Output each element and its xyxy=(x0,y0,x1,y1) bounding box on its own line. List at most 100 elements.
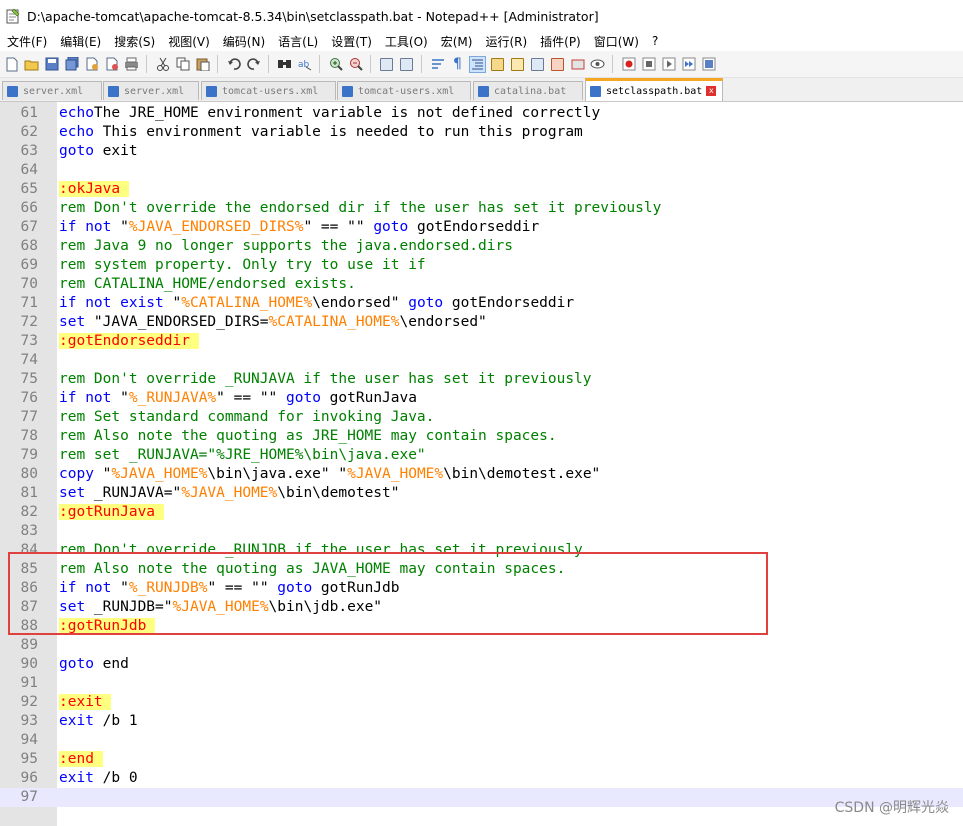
sync-horizontal-icon[interactable] xyxy=(398,56,415,73)
code-line[interactable]: 71 if not exist "%CATALINA_HOME%\endorsed… xyxy=(0,294,963,313)
code-content[interactable]: set _RUNJAVA="%JAVA_HOME%\bin\demotest" xyxy=(59,484,399,503)
tab-server-xml-1[interactable]: server.xml xyxy=(2,81,102,100)
save-all-icon[interactable] xyxy=(63,56,80,73)
language-define-icon[interactable] xyxy=(489,56,506,73)
code-content[interactable]: rem Also note the quoting as JRE_HOME ma… xyxy=(59,427,557,446)
code-content[interactable]: if not "%_RUNJAVA%" == "" goto gotRunJav… xyxy=(59,389,417,408)
code-content[interactable]: set "JAVA_ENDORSED_DIRS=%CATALINA_HOME%\… xyxy=(59,313,487,332)
code-content[interactable]: :exit xyxy=(59,693,112,712)
menu-window[interactable]: 窗口(W) xyxy=(587,33,645,50)
code-line[interactable]: 63 goto exit xyxy=(0,142,963,161)
code-line[interactable]: 76 if not "%_RUNJAVA%" == "" goto gotRunJ… xyxy=(0,389,963,408)
code-line[interactable]: 70 rem CATALINA_HOME/endorsed exists. xyxy=(0,275,963,294)
code-line[interactable]: 82:gotRunJava xyxy=(0,503,963,522)
menu-plugins[interactable]: 插件(P) xyxy=(533,33,587,50)
doc-map-icon[interactable] xyxy=(509,56,526,73)
code-line[interactable]: 96 exit /b 0 xyxy=(0,769,963,788)
code-line[interactable]: 80 copy "%JAVA_HOME%\bin\java.exe" "%JAVA… xyxy=(0,465,963,484)
menu-encoding[interactable]: 编码(N) xyxy=(216,33,271,50)
eye-icon[interactable] xyxy=(589,56,606,73)
code-line[interactable]: 68 rem Java 9 no longer supports the java… xyxy=(0,237,963,256)
code-line[interactable]: 72 set "JAVA_ENDORSED_DIRS=%CATALINA_HOME… xyxy=(0,313,963,332)
zoom-out-icon[interactable] xyxy=(347,56,364,73)
save-icon[interactable] xyxy=(43,56,60,73)
code-content[interactable]: copy "%JAVA_HOME%\bin\java.exe" "%JAVA_H… xyxy=(59,465,600,484)
tab-catalina-bat[interactable]: catalina.bat xyxy=(473,81,583,100)
play-macro-icon[interactable] xyxy=(660,56,677,73)
copy-icon[interactable] xyxy=(174,56,191,73)
code-line[interactable]: 91 xyxy=(0,674,963,693)
indent-guide-icon[interactable] xyxy=(469,55,486,73)
save-macro-icon[interactable] xyxy=(700,56,717,73)
code-content[interactable]: goto exit xyxy=(59,142,138,161)
cut-icon[interactable] xyxy=(154,56,171,73)
code-line[interactable]: 81 set _RUNJAVA="%JAVA_HOME%\bin\demotest… xyxy=(0,484,963,503)
code-line[interactable]: 78 rem Also note the quoting as JRE_HOME … xyxy=(0,427,963,446)
code-content[interactable]: :end xyxy=(59,750,103,769)
code-line[interactable]: 86 if not "%_RUNJDB%" == "" goto gotRunJd… xyxy=(0,579,963,598)
menu-run[interactable]: 运行(R) xyxy=(478,33,533,50)
code-line[interactable]: 64 xyxy=(0,161,963,180)
code-content[interactable]: echo This environment variable is needed… xyxy=(59,123,583,142)
record-macro-icon[interactable] xyxy=(620,56,637,73)
code-content[interactable]: rem Set standard command for invoking Ja… xyxy=(59,408,434,427)
monitoring-icon[interactable] xyxy=(569,56,586,73)
code-line[interactable]: 62 echo This environment variable is need… xyxy=(0,123,963,142)
code-line[interactable]: 73:gotEndorseddir xyxy=(0,332,963,351)
tab-tomcat-users-xml-2[interactable]: tomcat-users.xml xyxy=(337,81,471,100)
menu-settings[interactable]: 设置(T) xyxy=(324,33,378,50)
code-content[interactable]: rem Also note the quoting as JAVA_HOME m… xyxy=(59,560,565,579)
code-line[interactable]: 67 if not "%JAVA_ENDORSED_DIRS%" == "" go… xyxy=(0,218,963,237)
code-line[interactable]: 89 xyxy=(0,636,963,655)
code-line[interactable]: 90 goto end xyxy=(0,655,963,674)
close-all-icon[interactable] xyxy=(103,56,120,73)
code-content[interactable]: :gotEndorseddir xyxy=(59,332,199,351)
code-line[interactable]: 97 xyxy=(0,788,963,807)
notepadpp-app-icon[interactable] xyxy=(5,8,21,24)
open-folder-icon[interactable] xyxy=(23,56,40,73)
code-line[interactable]: 75 rem Don't override _RUNJAVA if the use… xyxy=(0,370,963,389)
menu-macro[interactable]: 宏(M) xyxy=(434,33,479,50)
code-line[interactable]: 84 rem Don't override _RUNJDB if the user… xyxy=(0,541,963,560)
tab-tomcat-users-xml-1[interactable]: tomcat-users.xml xyxy=(201,81,336,100)
menu-language[interactable]: 语言(L) xyxy=(271,33,324,50)
find-icon[interactable] xyxy=(276,56,293,73)
code-line[interactable]: 93 exit /b 1 xyxy=(0,712,963,731)
close-file-icon[interactable] xyxy=(83,56,100,73)
code-content[interactable]: if not "%JAVA_ENDORSED_DIRS%" == "" goto… xyxy=(59,218,539,237)
code-line[interactable]: 79 rem set _RUNJAVA="%JRE_HOME%\bin\java.… xyxy=(0,446,963,465)
code-line[interactable]: 65:okJava xyxy=(0,180,963,199)
menu-file[interactable]: 文件(F) xyxy=(0,33,53,50)
code-line[interactable]: 85 rem Also note the quoting as JAVA_HOME… xyxy=(0,560,963,579)
code-content[interactable]: rem CATALINA_HOME/endorsed exists. xyxy=(59,275,356,294)
code-editor[interactable]: 61 echoThe JRE_HOME environment variable … xyxy=(0,102,963,826)
code-content[interactable]: :gotRunJava xyxy=(59,503,164,522)
menu-view[interactable]: 视图(V) xyxy=(161,33,216,50)
show-all-chars-icon[interactable]: ¶ xyxy=(449,56,466,73)
code-line[interactable]: 69 rem system property. Only try to use i… xyxy=(0,256,963,275)
code-line[interactable]: 83 xyxy=(0,522,963,541)
code-content[interactable]: :gotRunJdb xyxy=(59,617,156,636)
code-line[interactable]: 74 xyxy=(0,351,963,370)
menu-tools[interactable]: 工具(O) xyxy=(378,33,434,50)
code-content[interactable]: set _RUNJDB="%JAVA_HOME%\bin\jdb.exe" xyxy=(59,598,382,617)
code-content[interactable]: rem set _RUNJAVA="%JRE_HOME%\bin\java.ex… xyxy=(59,446,426,465)
stop-macro-icon[interactable] xyxy=(640,56,657,73)
tab-server-xml-2[interactable]: server.xml xyxy=(103,81,199,100)
replace-icon[interactable]: ab xyxy=(296,56,313,73)
code-line[interactable]: 92:exit xyxy=(0,693,963,712)
code-content[interactable]: rem system property. Only try to use it … xyxy=(59,256,426,275)
sync-vertical-icon[interactable] xyxy=(378,56,395,73)
code-line[interactable]: 61 echoThe JRE_HOME environment variable … xyxy=(0,104,963,123)
code-content[interactable]: :okJava xyxy=(59,180,129,199)
close-tab-icon[interactable]: x xyxy=(706,86,717,96)
paste-icon[interactable] xyxy=(194,56,211,73)
code-content[interactable]: rem Don't override _RUNJDB if the user h… xyxy=(59,541,583,560)
zoom-in-icon[interactable] xyxy=(327,56,344,73)
code-content[interactable]: rem Don't override _RUNJAVA if the user … xyxy=(59,370,592,389)
code-content[interactable]: exit /b 1 xyxy=(59,712,138,731)
menu-search[interactable]: 搜索(S) xyxy=(107,33,161,50)
function-list-icon[interactable] xyxy=(529,56,546,73)
code-line[interactable]: 66 rem Don't override the endorsed dir if… xyxy=(0,199,963,218)
menu-edit[interactable]: 编辑(E) xyxy=(53,33,107,50)
